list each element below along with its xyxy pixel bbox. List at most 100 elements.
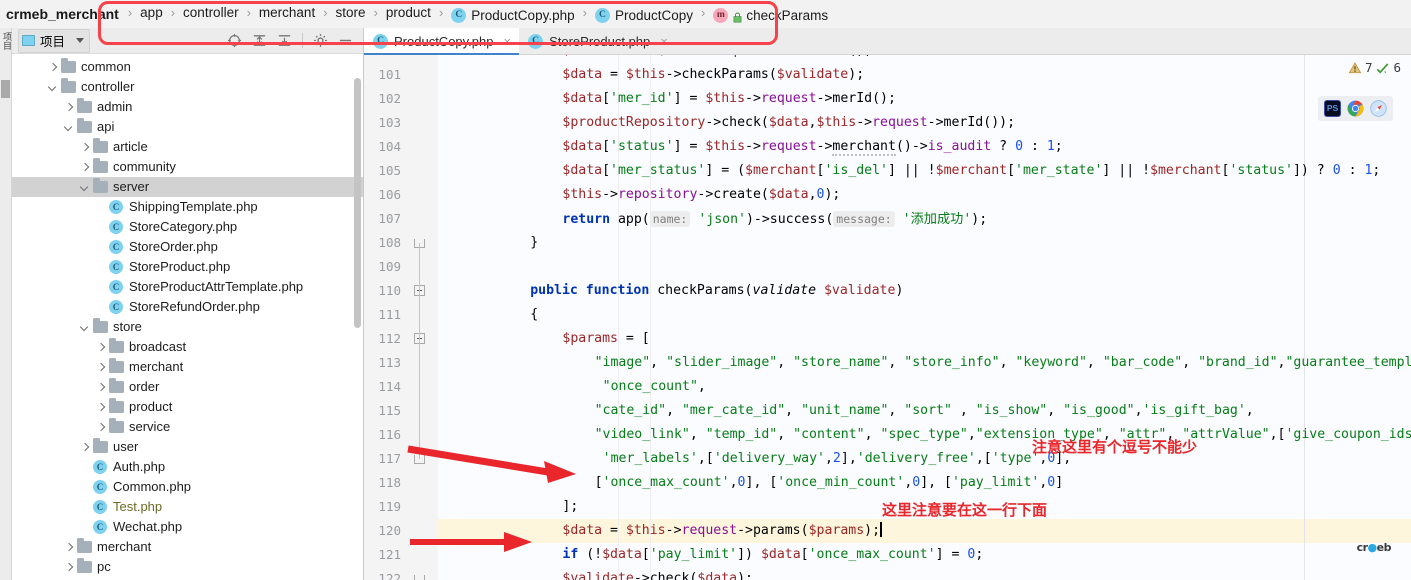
tree-item-broadcast[interactable]: broadcast [12, 337, 363, 357]
line-number-111[interactable]: 111 [364, 303, 438, 327]
line-number-108[interactable]: 108 [364, 231, 438, 255]
expand-all-icon[interactable] [252, 33, 267, 48]
code-line[interactable]: $this->repository->create($data,0); [562, 183, 840, 207]
project-view-selector[interactable]: 项目 [18, 28, 91, 53]
chrome-icon[interactable] [1347, 100, 1364, 117]
line-number-106[interactable]: 106 [364, 183, 438, 207]
line-number-115[interactable]: 115 [364, 399, 438, 423]
line-number-102[interactable]: 102 [364, 87, 438, 111]
breadcrumb-item-app[interactable]: app [139, 5, 164, 20]
tree-item-article[interactable]: article [12, 137, 363, 157]
line-number-112[interactable]: 112 [364, 327, 438, 351]
breadcrumb-item-ProductCopy-php[interactable]: C ProductCopy.php [450, 7, 575, 23]
line-number-117[interactable]: 117 [364, 447, 438, 471]
line-number-118[interactable]: 118 [364, 471, 438, 495]
code-line[interactable]: $data['status'] = $this->request->mercha… [562, 135, 1063, 159]
line-number-104[interactable]: 104 [364, 135, 438, 159]
tree-item-StoreProduct-php[interactable]: C StoreProduct.php [12, 257, 363, 277]
line-number-120[interactable]: 120 [364, 519, 438, 543]
code-line[interactable]: "once_count", [603, 375, 706, 399]
tree-item-ShippingTemplate-php[interactable]: C ShippingTemplate.php [12, 197, 363, 217]
editor-tab-StoreProduct-php[interactable]: C StoreProduct.php × [519, 28, 676, 54]
scrollbar-thumb[interactable] [354, 78, 361, 328]
tree-item-StoreCategory-php[interactable]: C StoreCategory.php [12, 217, 363, 237]
chevron-right-icon[interactable] [96, 343, 105, 352]
breadcrumb-item-checkParams[interactable]: m checkParams [712, 7, 829, 23]
tree-item-Auth-php[interactable]: C Auth.php [12, 457, 363, 477]
line-number-110[interactable]: 110 [364, 279, 438, 303]
chevron-down-icon[interactable] [64, 123, 73, 132]
tree-item-service[interactable]: service [12, 417, 363, 437]
tree-item-api[interactable]: api [12, 117, 363, 137]
project-tree[interactable]: common controller admin api article community… [12, 54, 363, 580]
line-number-113[interactable]: 113 [364, 351, 438, 375]
chevron-right-icon[interactable] [96, 423, 105, 432]
collapse-all-icon[interactable] [277, 33, 292, 48]
close-icon[interactable]: × [660, 34, 668, 49]
chevron-down-icon[interactable] [80, 323, 89, 332]
code-line[interactable]: $data['mer_status'] = ($merchant['is_del… [562, 159, 1380, 183]
breadcrumb-item-controller[interactable]: controller [182, 5, 240, 20]
code-line[interactable]: "cate_id", "mer_cate_id", "unit_name", "… [595, 399, 1254, 423]
tree-item-Test-php[interactable]: C Test.php [12, 497, 363, 517]
line-number-109[interactable]: 109 [364, 255, 438, 279]
chevron-right-icon[interactable] [80, 143, 89, 152]
line-number-114[interactable]: 114 [364, 375, 438, 399]
tree-item-store[interactable]: store [12, 317, 363, 337]
code-line[interactable]: 'mer_labels',['delivery_way',2],'deliver… [603, 447, 1072, 471]
editor-tab-ProductCopy-php[interactable]: C ProductCopy.php × [364, 28, 520, 55]
chevron-right-icon[interactable] [96, 403, 105, 412]
tree-item-order[interactable]: order [12, 377, 363, 397]
safari-icon[interactable] [1370, 100, 1387, 117]
code-line[interactable]: } [530, 231, 538, 255]
photoshop-icon[interactable]: PS [1324, 100, 1341, 117]
code-line[interactable]: $data = $this->request->params($params); [562, 519, 882, 543]
code-line[interactable]: ]; [562, 495, 578, 519]
code-line[interactable]: public function checkParams(validate $va… [530, 279, 903, 303]
tree-item-StoreRefundOrder-php[interactable]: C StoreRefundOrder.php [12, 297, 363, 317]
line-number-103[interactable]: 103 [364, 111, 438, 135]
gear-icon[interactable] [313, 33, 328, 48]
tree-item-controller[interactable]: controller [12, 77, 363, 97]
chevron-right-icon[interactable] [96, 383, 105, 392]
locate-icon[interactable] [227, 33, 242, 48]
code-line[interactable]: ['once_max_count',0], ['once_min_count',… [595, 471, 1064, 495]
tree-item-user[interactable]: user [12, 437, 363, 457]
code-line[interactable]: { [530, 303, 538, 327]
tree-item-admin[interactable]: admin [12, 97, 363, 117]
breadcrumb-item-product[interactable]: product [385, 5, 432, 20]
code-line[interactable]: "image", "slider_image", "store_name", "… [595, 351, 1411, 375]
chevron-right-icon[interactable] [80, 443, 89, 452]
hide-icon[interactable] [338, 33, 353, 48]
code-line[interactable]: $productRepository->check($data,$this->r… [562, 111, 1015, 135]
tree-item-merchant[interactable]: merchant [12, 537, 363, 557]
tree-item-server[interactable]: server [12, 177, 363, 197]
code-line[interactable]: return app(name: 'json')->success(messag… [562, 207, 987, 231]
line-number-119[interactable]: 119 [364, 495, 438, 519]
chevron-right-icon[interactable] [64, 563, 73, 572]
tree-item-StoreProductAttrTemplate-php[interactable]: C StoreProductAttrTemplate.php [12, 277, 363, 297]
code-editor[interactable]: 1001011021031041051061071081091101111121… [364, 55, 1411, 580]
breadcrumb-item-store[interactable]: store [335, 5, 367, 20]
chevron-right-icon[interactable] [80, 163, 89, 172]
line-number-gutter[interactable]: 1001011021031041051061071081091101111121… [364, 55, 438, 580]
breadcrumb-item-ProductCopy[interactable]: C ProductCopy [594, 7, 694, 23]
chevron-right-icon[interactable] [64, 103, 73, 112]
tree-item-Wechat-php[interactable]: C Wechat.php [12, 517, 363, 537]
line-number-107[interactable]: 107 [364, 207, 438, 231]
chevron-right-icon[interactable] [96, 363, 105, 372]
tree-item-community[interactable]: community [12, 157, 363, 177]
tree-item-product[interactable]: product [12, 397, 363, 417]
tree-item-Common-php[interactable]: C Common.php [12, 477, 363, 497]
tree-item-common[interactable]: common [12, 57, 363, 77]
line-number-122[interactable]: 122 [364, 567, 438, 580]
inspection-widget[interactable]: 7 6 [1345, 59, 1403, 76]
fold-end-icon[interactable] [414, 575, 425, 580]
code-line[interactable]: "video_link", "temp_id", "content", "spe… [595, 423, 1411, 447]
line-number-105[interactable]: 105 [364, 159, 438, 183]
code-line[interactable]: $validate->check($data); [562, 567, 753, 580]
tree-item-pc[interactable]: pc [12, 557, 363, 577]
line-number-101[interactable]: 101 [364, 63, 438, 87]
project-tree-scrollbar[interactable] [354, 28, 361, 554]
code-line[interactable]: $data['mer_id'] = $this->request->merId(… [562, 87, 896, 111]
